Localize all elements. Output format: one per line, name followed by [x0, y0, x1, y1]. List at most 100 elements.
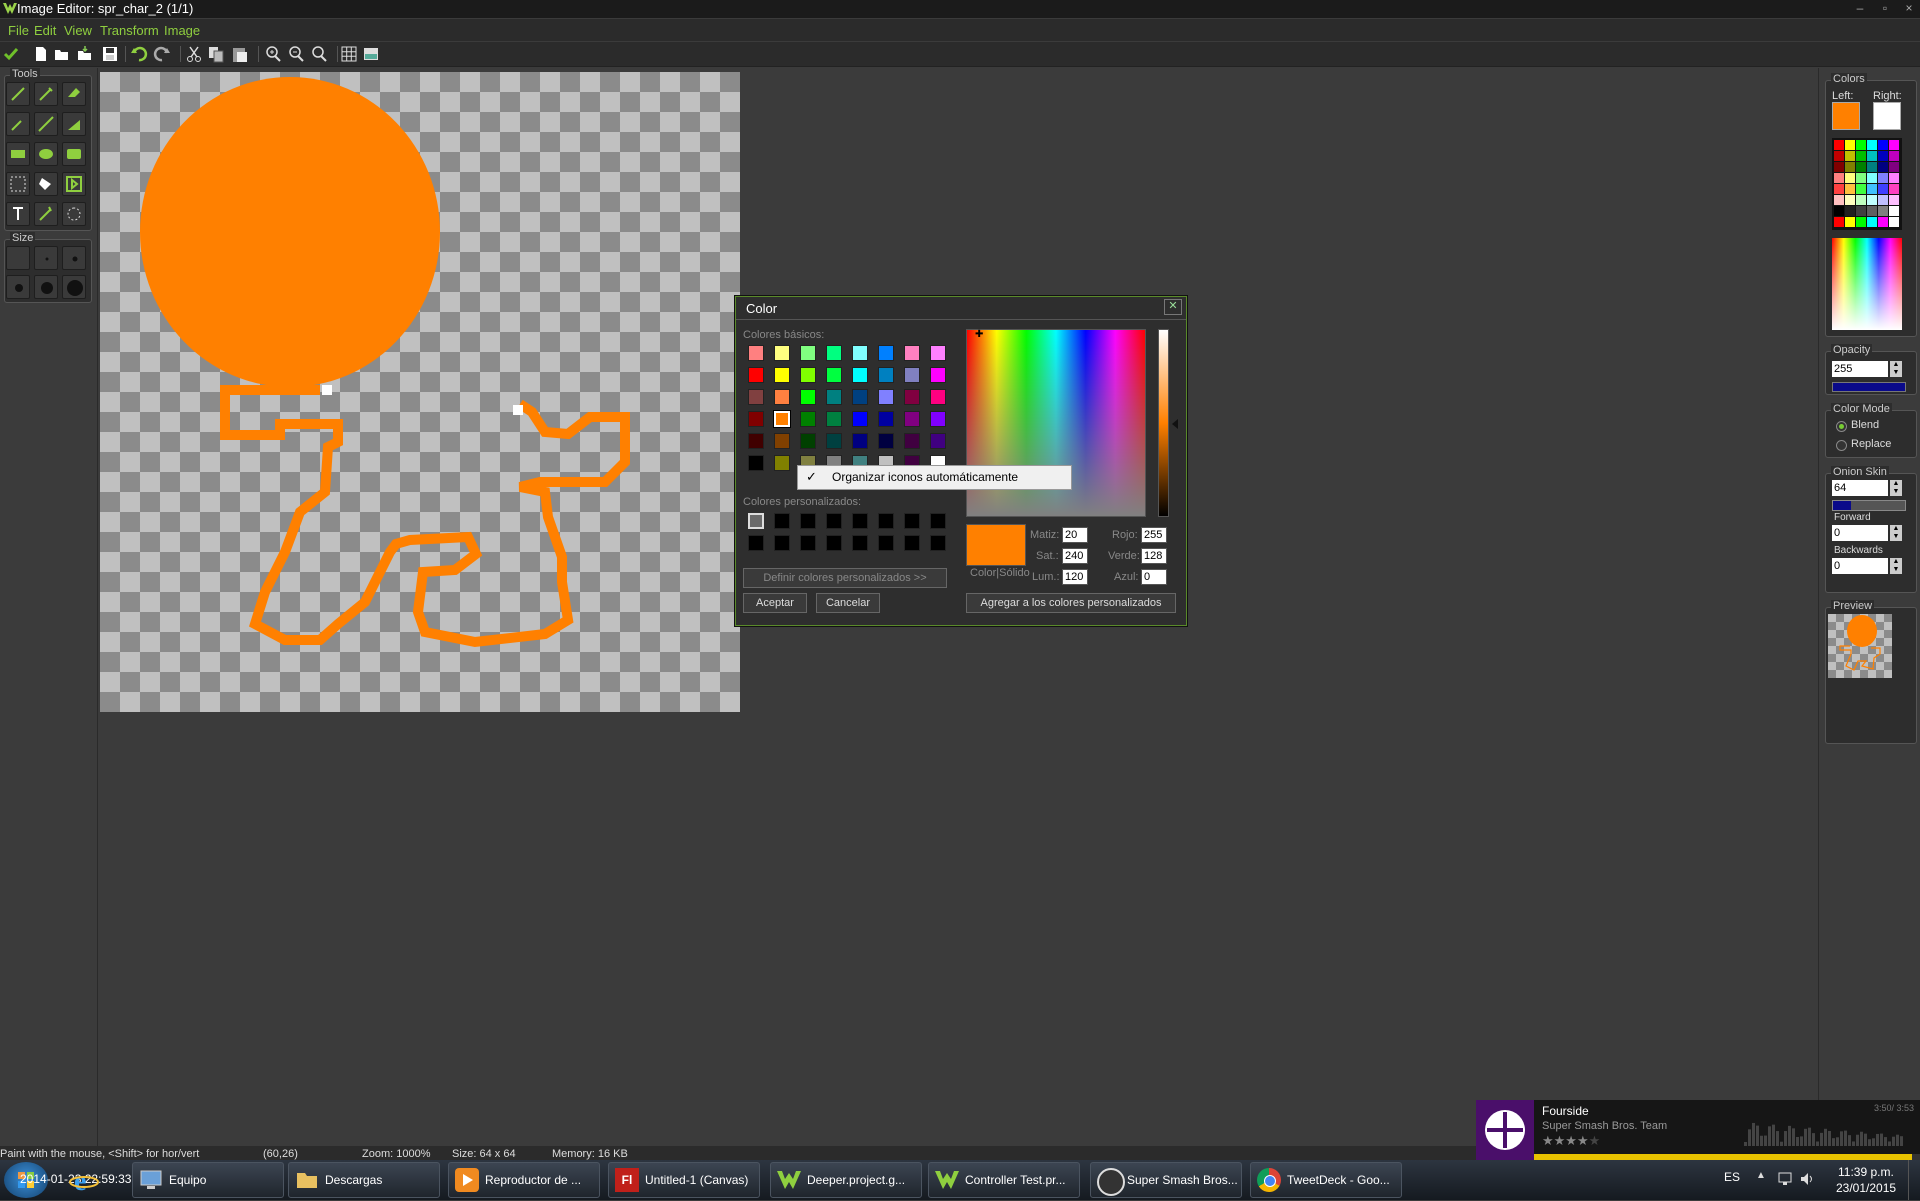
basic-color-swatch[interactable] [748, 367, 764, 383]
luminance-slider[interactable] [1158, 329, 1169, 517]
blend-radio[interactable] [1836, 421, 1847, 432]
taskbar-button[interactable]: Descargas [288, 1162, 440, 1198]
define-custom-colors-button[interactable]: Definir colores personalizados >> [743, 568, 947, 588]
basic-color-swatch[interactable] [774, 367, 790, 383]
copy-icon[interactable] [207, 45, 225, 63]
paint-bucket-tool-button[interactable] [34, 172, 58, 196]
cut-icon[interactable] [185, 45, 203, 63]
pencil-tool-button[interactable] [6, 82, 30, 106]
palette-swatch[interactable] [1878, 206, 1888, 216]
palette-swatch[interactable] [1856, 184, 1866, 194]
minimize-button[interactable]: – [1847, 0, 1873, 16]
ellipse-tool-button[interactable] [34, 142, 58, 166]
eraser-tool-button[interactable] [62, 82, 86, 106]
menu-transform[interactable]: Transform [100, 23, 159, 38]
taskbar-button[interactable]: Deeper.project.g... [770, 1162, 922, 1198]
volume-icon[interactable] [1800, 1172, 1816, 1186]
palette-swatch[interactable] [1867, 195, 1877, 205]
basic-color-swatch[interactable] [800, 345, 816, 361]
menu-file[interactable]: File [8, 23, 29, 38]
maximize-button[interactable]: ▫ [1872, 0, 1898, 16]
taskbar-button[interactable]: Controller Test.pr... [928, 1162, 1080, 1198]
palette-swatch[interactable] [1878, 184, 1888, 194]
palette-swatch[interactable] [1867, 217, 1877, 227]
palette-swatch[interactable] [1889, 173, 1899, 183]
opacity-bar[interactable] [1832, 382, 1906, 392]
palette-swatch[interactable] [1889, 162, 1899, 172]
spray-tool-button[interactable] [34, 82, 58, 106]
onion-skin-slider[interactable] [1832, 500, 1906, 511]
basic-color-swatch[interactable] [748, 433, 764, 449]
clock-date[interactable]: 23/01/2015 [1836, 1181, 1896, 1195]
network-icon[interactable] [1778, 1172, 1794, 1186]
palette-swatch[interactable] [1834, 184, 1844, 194]
size-4-button[interactable] [6, 275, 30, 299]
palette-swatch[interactable] [1845, 151, 1855, 161]
basic-color-swatch[interactable] [904, 389, 920, 405]
palette-swatch[interactable] [1856, 162, 1866, 172]
palette-swatch[interactable] [1878, 140, 1888, 150]
basic-color-swatch[interactable] [748, 345, 764, 361]
taskbar-button[interactable]: Fl Untitled-1 (Canvas) [608, 1162, 760, 1198]
basic-color-swatch[interactable] [800, 367, 816, 383]
basic-color-swatch[interactable] [748, 411, 764, 427]
palette-swatch[interactable] [1867, 151, 1877, 161]
color-spectrum[interactable] [1832, 238, 1902, 330]
basic-color-swatch[interactable] [826, 389, 842, 405]
backwards-spinner[interactable]: ▲ ▼ [1890, 558, 1902, 574]
taskbar-button[interactable]: Equipo [132, 1162, 284, 1198]
size-2-button[interactable] [34, 246, 58, 270]
basic-color-swatch[interactable] [878, 433, 894, 449]
palette-swatch[interactable] [1834, 162, 1844, 172]
palette-swatch[interactable] [1889, 217, 1899, 227]
palette-swatch[interactable] [1845, 162, 1855, 172]
palette-swatch[interactable] [1867, 173, 1877, 183]
redo-icon[interactable] [153, 45, 171, 63]
basic-color-swatch[interactable] [774, 345, 790, 361]
basic-color-swatch[interactable] [930, 411, 946, 427]
basic-color-swatch[interactable] [904, 367, 920, 383]
taskbar-button[interactable]: Super Smash Bros... [1090, 1162, 1242, 1198]
select-tool-button[interactable] [6, 172, 30, 196]
palette-swatch[interactable] [1856, 140, 1866, 150]
new-icon[interactable] [32, 45, 50, 63]
palette-swatch[interactable] [1856, 206, 1866, 216]
blue-input[interactable]: 0 [1141, 569, 1167, 585]
palette-swatch[interactable] [1878, 162, 1888, 172]
custom-color-swatch[interactable] [826, 513, 842, 529]
palette-swatch[interactable] [1856, 217, 1866, 227]
opacity-input[interactable]: 255 [1832, 361, 1888, 377]
taskbar-button[interactable]: TweetDeck - Goo... [1250, 1162, 1402, 1198]
basic-color-swatch[interactable] [878, 411, 894, 427]
palette-swatch[interactable] [1889, 151, 1899, 161]
palette-swatch[interactable] [1834, 195, 1844, 205]
basic-color-swatch[interactable] [930, 345, 946, 361]
cancel-button[interactable]: Cancelar [816, 593, 880, 613]
replace-radio[interactable] [1836, 440, 1847, 451]
basic-color-swatch[interactable] [878, 367, 894, 383]
custom-color-swatch[interactable] [774, 535, 790, 551]
basic-color-swatch[interactable] [748, 455, 764, 471]
menu-image[interactable]: Image [164, 23, 200, 38]
basic-color-swatch[interactable] [774, 455, 790, 471]
basic-color-swatch[interactable] [826, 345, 842, 361]
basic-color-swatch[interactable] [774, 389, 790, 405]
palette-swatch[interactable] [1878, 195, 1888, 205]
palette-swatch[interactable] [1834, 206, 1844, 216]
close-window-button[interactable]: × [1896, 0, 1920, 16]
palette-swatch[interactable] [1834, 217, 1844, 227]
green-input[interactable]: 128 [1141, 548, 1167, 564]
palette-swatch[interactable] [1856, 151, 1866, 161]
palette-swatch[interactable] [1889, 195, 1899, 205]
check-icon[interactable] [2, 45, 20, 63]
preview-icon[interactable] [362, 45, 380, 63]
paste-icon[interactable] [231, 45, 249, 63]
basic-color-swatch[interactable] [773, 410, 791, 428]
red-input[interactable]: 255 [1141, 527, 1167, 543]
forward-spinner[interactable]: ▲ ▼ [1890, 525, 1902, 541]
size-5-button[interactable] [34, 275, 58, 299]
palette-swatch[interactable] [1845, 173, 1855, 183]
palette-swatch[interactable] [1867, 162, 1877, 172]
palette-swatch[interactable] [1834, 140, 1844, 150]
opacity-spinner[interactable]: ▲ ▼ [1890, 361, 1902, 377]
